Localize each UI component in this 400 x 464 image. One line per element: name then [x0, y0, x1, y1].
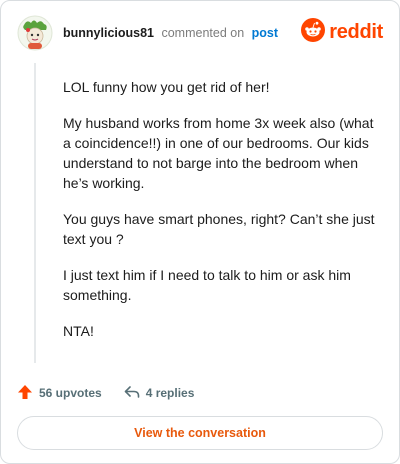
avatar-icon[interactable] [17, 15, 53, 51]
reply-arrow-icon [124, 384, 146, 403]
reddit-brand[interactable]: reddit [301, 17, 383, 47]
comment-paragraph: NTA! [63, 323, 94, 339]
action-text: commented on [161, 26, 245, 40]
thread-line [34, 63, 36, 363]
replies-button[interactable]: 4 replies [124, 384, 195, 403]
comment-meta: bunnylicious81 commented on post [63, 26, 278, 40]
comment-paragraph: LOL funny how you get rid of her! [63, 79, 270, 95]
view-conversation-button[interactable]: View the conversation [17, 416, 383, 450]
upvote-count: 56 upvotes [39, 386, 102, 400]
reddit-logo-icon [301, 17, 326, 47]
upvote-button[interactable]: 56 upvotes [17, 384, 102, 403]
post-link[interactable]: post [252, 26, 278, 40]
comment-header: bunnylicious81 commented on post reddit [17, 15, 383, 51]
comment-actions: 56 upvotes 4 replies [17, 383, 216, 403]
upvote-arrow-icon [17, 384, 39, 403]
comment-paragraph: You guys have smart phones, right? Can’t… [63, 211, 375, 247]
replies-count: 4 replies [145, 386, 195, 400]
reddit-wordmark: reddit [329, 20, 383, 43]
comment-card: bunnylicious81 commented on post reddit [0, 0, 400, 464]
username-link[interactable]: bunnylicious81 [63, 26, 154, 40]
comment-paragraph: My husband works from home 3x week also … [63, 115, 374, 191]
comment-body: LOL funny how you get rid of her! My hus… [63, 77, 381, 357]
comment-paragraph: I just text him if I need to talk to him… [63, 267, 351, 303]
